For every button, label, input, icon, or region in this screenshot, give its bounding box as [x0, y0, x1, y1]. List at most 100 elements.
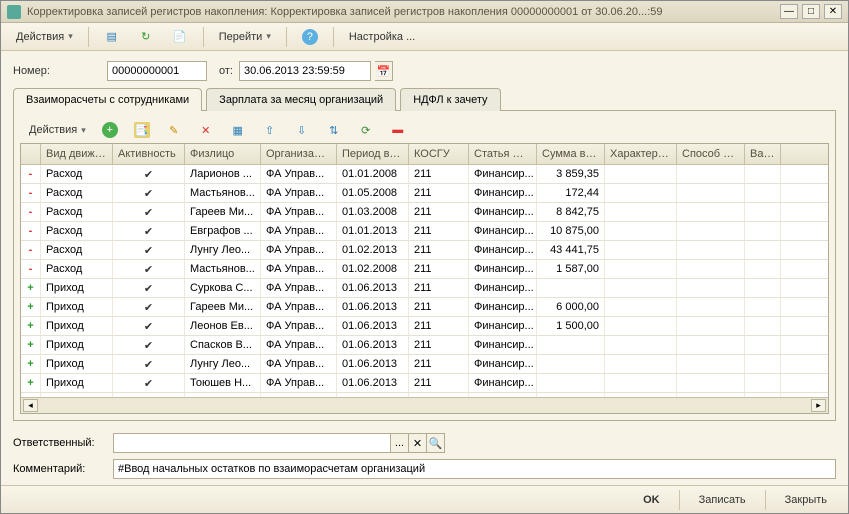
grid-button[interactable]: ▦ [223, 119, 253, 141]
save-button[interactable]: ▤ [97, 26, 127, 48]
col-person[interactable]: Физлицо [185, 144, 261, 164]
row-period: 01.03.2008 [337, 203, 409, 221]
row-kosgu: 211 [409, 260, 469, 278]
comment-input[interactable] [113, 459, 836, 479]
ok-button[interactable]: OK [632, 490, 671, 510]
help-button[interactable]: ? [295, 26, 325, 48]
row-method [677, 184, 745, 202]
responsible-input[interactable] [113, 433, 391, 453]
fill-button[interactable]: ▬ [383, 119, 413, 141]
post-button[interactable]: ↻ [131, 26, 161, 48]
scroll-right-button[interactable]: ▸ [811, 399, 826, 412]
date-input[interactable] [239, 61, 371, 81]
add-button[interactable]: + [95, 119, 125, 141]
col-icon[interactable] [21, 144, 41, 164]
row-val [745, 203, 781, 221]
col-method[interactable]: Способ вы... [677, 144, 745, 164]
row-movement: Расход [41, 203, 113, 221]
row-sign-icon: + [21, 298, 41, 316]
chevron-down-icon: ▾ [68, 31, 73, 42]
go-menu[interactable]: Перейти ▾ [212, 26, 278, 48]
row-sign-icon: + [21, 374, 41, 392]
grid-body[interactable]: -Расход✔Ларионов ...ФА Управ...01.01.200… [21, 165, 828, 397]
edit-button[interactable]: ✎ [159, 119, 189, 141]
col-activity[interactable]: Активность [113, 144, 185, 164]
row-person: Гареев Ми... [185, 203, 261, 221]
delete-button[interactable]: ✕ [191, 119, 221, 141]
table-row[interactable]: +Приход✔Лунгу Лео...ФА Управ...01.06.201… [21, 355, 828, 374]
row-org: ФА Управ... [261, 260, 337, 278]
calendar-button[interactable]: 📅 [375, 61, 393, 81]
number-input[interactable] [107, 61, 207, 81]
row-val [745, 298, 781, 316]
row-status: Финансир... [469, 241, 537, 259]
actions-menu[interactable]: Действия ▾ [9, 26, 80, 48]
row-activity: ✔ [113, 165, 185, 183]
table-row[interactable]: -Расход✔Мастьянов...ФА Управ...01.02.200… [21, 260, 828, 279]
main-toolbar: Действия ▾ ▤ ↻ 📄 Перейти ▾ ? Настройка .… [1, 23, 848, 51]
grid-header: Вид движе... Активность Физлицо Организа… [21, 144, 828, 165]
table-row[interactable]: -Расход✔Евграфов ...ФА Управ...01.01.201… [21, 222, 828, 241]
row-kosgu: 211 [409, 336, 469, 354]
tab-salary[interactable]: Зарплата за месяц организаций [206, 88, 396, 111]
row-person: Мастьянов... [185, 260, 261, 278]
table-row[interactable]: -Расход✔Гареев Ми...ФА Управ...01.03.200… [21, 203, 828, 222]
row-kosgu: 211 [409, 165, 469, 183]
sort-button[interactable]: ⇅ [319, 119, 349, 141]
col-char[interactable]: Характер в... [605, 144, 677, 164]
row-status: Финансир... [469, 336, 537, 354]
responsible-clear-button[interactable]: ✕ [409, 433, 427, 453]
settings-button[interactable]: Настройка ... [342, 26, 422, 48]
row-person: Мастьянов... [185, 184, 261, 202]
inner-actions-menu[interactable]: Действия ▾ [22, 119, 93, 141]
separator [286, 27, 287, 47]
row-kosgu: 211 [409, 184, 469, 202]
tab-mutual-settlements[interactable]: Взаиморасчеты с сотрудниками [13, 88, 202, 111]
scrollbar[interactable]: ◂ ▸ [21, 397, 828, 413]
table-row[interactable]: +Приход✔Тоюшев Н...ФА Управ...01.06.2013… [21, 374, 828, 393]
close-button[interactable]: Закрыть [774, 490, 838, 510]
table-row[interactable]: +Приход✔Суркова С...ФА Управ...01.06.201… [21, 279, 828, 298]
row-status: Финансир... [469, 260, 537, 278]
minimize-button[interactable]: — [780, 4, 798, 19]
row-status: Финансир... [469, 203, 537, 221]
row-sum [537, 355, 605, 373]
row-activity: ✔ [113, 184, 185, 202]
table-row[interactable]: -Расход✔Лунгу Лео...ФА Управ...01.02.201… [21, 241, 828, 260]
close-button[interactable]: ✕ [824, 4, 842, 19]
table-row[interactable]: +Приход✔Спасков В...ФА Управ...01.06.201… [21, 336, 828, 355]
tab-ndfl[interactable]: НДФЛ к зачету [400, 88, 500, 111]
move-down-button[interactable]: ⇩ [287, 119, 317, 141]
table-row[interactable]: -Расход✔Ларионов ...ФА Управ...01.01.200… [21, 165, 828, 184]
copy-icon: 📑 [134, 122, 150, 138]
row-kosgu: 211 [409, 203, 469, 221]
maximize-button[interactable]: □ [802, 4, 820, 19]
col-sum[interactable]: Сумма вза... [537, 144, 605, 164]
row-char [605, 355, 677, 373]
table-row[interactable]: +Приход✔Леонов Ев...ФА Управ...01.06.201… [21, 317, 828, 336]
table-row[interactable]: +Приход✔Гареев Ми...ФА Управ...01.06.201… [21, 298, 828, 317]
row-method [677, 374, 745, 392]
col-period[interactable]: Период вз... [337, 144, 409, 164]
row-kosgu: 211 [409, 355, 469, 373]
col-org[interactable]: Организация [261, 144, 337, 164]
refresh-button[interactable]: ⟳ [351, 119, 381, 141]
separator [765, 490, 766, 510]
responsible-search-button[interactable]: 🔍 [427, 433, 445, 453]
row-sign-icon: - [21, 260, 41, 278]
col-status[interactable]: Статья фин... [469, 144, 537, 164]
copy-button[interactable]: 📑 [127, 119, 157, 141]
col-kosgu[interactable]: КОСГУ [409, 144, 469, 164]
report-button[interactable]: 📄 [165, 26, 195, 48]
plus-icon: + [102, 122, 118, 138]
row-kosgu: 211 [409, 241, 469, 259]
move-up-button[interactable]: ⇧ [255, 119, 285, 141]
responsible-select-button[interactable]: ... [391, 433, 409, 453]
col-movement[interactable]: Вид движе... [41, 144, 113, 164]
row-activity: ✔ [113, 336, 185, 354]
col-val[interactable]: Вал... [745, 144, 781, 164]
save-button[interactable]: Записать [688, 490, 757, 510]
scroll-left-button[interactable]: ◂ [23, 399, 38, 412]
row-sign-icon: - [21, 222, 41, 240]
table-row[interactable]: -Расход✔Мастьянов...ФА Управ...01.05.200… [21, 184, 828, 203]
